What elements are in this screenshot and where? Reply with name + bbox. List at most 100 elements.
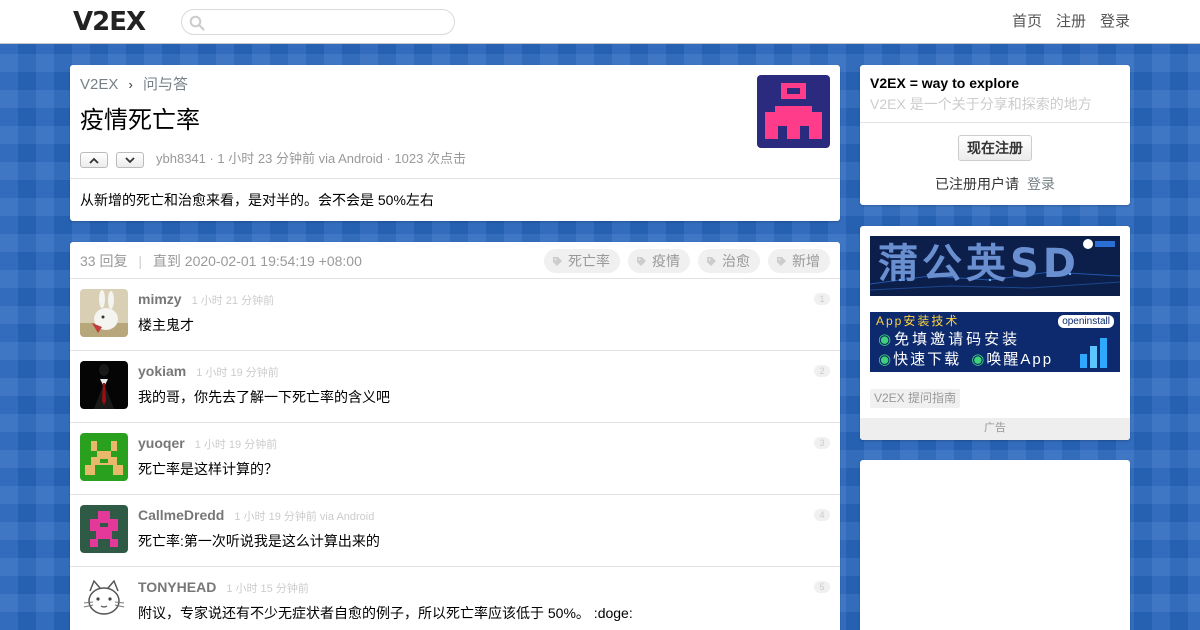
avatar[interactable] — [80, 361, 128, 409]
tag-button[interactable]: 新增 — [768, 249, 830, 273]
avatar[interactable] — [80, 433, 128, 481]
tag-label: 疫情 — [652, 253, 680, 269]
intro-subtitle: V2EX 是一个关于分享和探索的地方 — [870, 96, 1092, 112]
divider — [70, 178, 840, 179]
reply-floor-number: 3 — [814, 437, 830, 449]
suit-figure-avatar-icon — [80, 361, 128, 409]
topic-tags: 死亡率 疫情 治愈 新增 — [544, 249, 830, 273]
last-reply-time: 直到 2020-02-01 19:54:19 +08:00 — [152, 253, 362, 269]
nav-login-link[interactable]: 登录 — [1100, 13, 1130, 31]
breadcrumb-separator: › — [128, 77, 133, 92]
avatar[interactable] — [80, 289, 128, 337]
ad-brand-label: openinstall — [1062, 316, 1110, 327]
ad-banner-pgyer[interactable]: 蒲公英SD — [870, 236, 1120, 296]
breadcrumb-node-link[interactable]: 问与答 — [143, 76, 188, 93]
topic-content: 从新增的死亡和治愈来看，是对半的。会不会是 50%左右 — [80, 192, 434, 208]
reply-username[interactable]: TONYHEAD — [138, 579, 216, 595]
avatar[interactable] — [80, 505, 128, 553]
breadcrumb-site-link[interactable]: V2EX — [80, 76, 118, 93]
signup-button[interactable]: 现在注册 — [958, 135, 1032, 161]
tag-icon — [707, 256, 716, 266]
bullet-icon: ◉ — [878, 351, 894, 368]
downvote-button[interactable] — [116, 152, 144, 168]
reply-content: 我的哥，你先去了解一下死亡率的含义吧 — [138, 389, 390, 405]
avatar[interactable] — [80, 577, 128, 625]
reply-user-info: yuoqer 1 小时 19 分钟前 — [138, 435, 277, 454]
reply-username[interactable]: yuoqer — [138, 435, 185, 451]
signin-prompt: 已注册用户请 登录 — [860, 176, 1130, 193]
replies-header: 33 回复 | 直到 2020-02-01 19:54:19 +08:00 — [80, 252, 362, 270]
chevron-down-icon — [125, 156, 135, 163]
divider — [860, 122, 1130, 123]
reply-floor-number: 4 — [814, 509, 830, 521]
site-logo[interactable]: V2EX — [73, 6, 146, 38]
reply-time: 1 小时 19 分钟前 — [196, 367, 279, 379]
ad-brand: openinstall — [1058, 315, 1114, 328]
topic-title: 疫情死亡率 — [80, 107, 200, 134]
ad-banner-openinstall[interactable]: App安装技术 ◉免填邀请码安装 ◉快速下载 ◉唤醒App openinstal… — [870, 312, 1120, 372]
search-box[interactable] — [181, 9, 455, 35]
ad-line-2: ◉免填邀请码安装 — [878, 330, 1020, 349]
rabbit-figure-avatar-icon — [80, 289, 128, 337]
ad-line-2-text: 免填邀请码安装 — [894, 331, 1021, 348]
tag-icon — [637, 256, 646, 266]
reply-count: 33 回复 — [80, 253, 128, 269]
reply-user-info: mimzy 1 小时 21 分钟前 — [138, 291, 274, 310]
registered-user-label: 已注册用户请 — [935, 176, 1019, 192]
ad-line-3-text: 快速下载 — [893, 351, 962, 368]
top-bar: V2EX 首页 注册 登录 — [0, 0, 1200, 44]
reply-item: TONYHEAD 1 小时 15 分钟前 附议，专家说还有不少无症状者自愈的例子，… — [70, 567, 840, 630]
pixel-invader-avatar-icon — [765, 83, 822, 139]
nav-signup-link[interactable]: 注册 — [1056, 13, 1086, 31]
header-separator: | — [138, 253, 142, 269]
upvote-button[interactable] — [80, 152, 108, 168]
ad-line-3: ◉快速下载 ◉唤醒App — [878, 350, 1053, 369]
sidebar-empty-box — [860, 460, 1130, 630]
reply-username[interactable]: mimzy — [138, 291, 182, 307]
tag-button[interactable]: 死亡率 — [544, 249, 620, 273]
bullet-icon: ◉ — [878, 331, 895, 348]
reply-time: 1 小时 19 分钟前 — [194, 439, 278, 451]
login-link[interactable]: 登录 — [1027, 176, 1055, 192]
ad-line-1: App安装技术 — [876, 314, 960, 328]
ad-footer-label: 广告 — [860, 418, 1130, 440]
reply-username[interactable]: CallmeDredd — [138, 507, 224, 523]
pixel-pattern-avatar-icon — [80, 433, 128, 481]
intro-title: V2EX = way to explore — [870, 75, 1020, 91]
chevron-up-icon — [89, 157, 99, 164]
reply-item: yokiam 1 小时 19 分钟前 我的哥，你先去了解一下死亡率的含义吧 2 — [70, 351, 840, 423]
reply-time: 1 小时 19 分钟前 via Android — [234, 511, 375, 523]
reply-username[interactable]: yokiam — [138, 363, 186, 379]
topic-box: V2EX › 问与答 疫情死亡率 ybh8341 · 1 小时 23 分钟前 v… — [70, 65, 840, 221]
reply-user-info: yokiam 1 小时 19 分钟前 — [138, 363, 279, 382]
sidebar-intro-box: V2EX = way to explore V2EX 是一个关于分享和探索的地方… — [860, 65, 1130, 205]
tag-button[interactable]: 治愈 — [698, 249, 760, 273]
tag-icon — [553, 256, 562, 266]
reply-item: yuoqer 1 小时 19 分钟前 死亡率是这样计算的？ 3 — [70, 423, 840, 495]
topic-meta: ybh8341 · 1 小时 23 分钟前 via Android · 1023… — [156, 151, 466, 166]
bar-graphic-icon — [1080, 338, 1107, 368]
reply-time: 1 小时 21 分钟前 — [191, 295, 275, 307]
tag-label: 治愈 — [722, 253, 750, 269]
breadcrumb: V2EX › 问与答 — [80, 76, 188, 94]
author-avatar[interactable] — [757, 75, 830, 148]
ad-banner-title: 蒲公英SD — [878, 241, 1081, 287]
reply-content: 死亡率:第一次听说我是这么计算出来的 — [138, 533, 380, 549]
reply-content: 死亡率是这样计算的？ — [138, 461, 278, 477]
search-input[interactable] — [210, 12, 446, 32]
vote-buttons — [80, 152, 144, 168]
reply-content: 附议，专家说还有不少无症状者自愈的例子，所以死亡率应该低于 50%。 :doge… — [138, 605, 633, 621]
nav-home-link[interactable]: 首页 — [1012, 13, 1042, 31]
reply-floor-number: 5 — [814, 581, 830, 593]
replies-box: 33 回复 | 直到 2020-02-01 19:54:19 +08:00 死亡… — [70, 242, 840, 630]
reply-floor-number: 2 — [814, 365, 830, 377]
sidebar-ads-box: 蒲公英SD App安装技术 ◉免填邀请码安装 ◉快速下载 ◉唤醒App open… — [860, 226, 1130, 440]
bullet-icon: ◉ — [971, 351, 987, 368]
tag-button[interactable]: 疫情 — [628, 249, 690, 273]
reply-floor-number: 1 — [814, 293, 830, 305]
tag-label: 新增 — [792, 253, 820, 269]
reply-content: 楼主鬼才 — [138, 317, 194, 333]
reply-item: CallmeDredd 1 小时 19 分钟前 via Android 死亡率:第… — [70, 495, 840, 567]
guide-link[interactable]: V2EX 提问指南 — [870, 389, 961, 408]
search-icon — [189, 15, 205, 31]
